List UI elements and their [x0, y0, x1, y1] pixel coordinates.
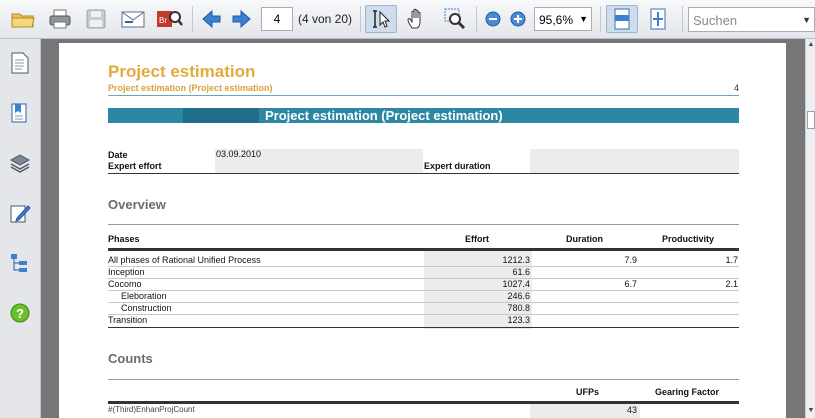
fit-page-icon[interactable] — [643, 5, 673, 33]
header-effort: Effort — [465, 234, 489, 244]
vertical-scrollbar[interactable]: ▲ ▼ — [805, 39, 815, 418]
phase-name: Inception — [108, 267, 145, 277]
svg-text:Br: Br — [159, 16, 167, 25]
header-rule — [108, 95, 739, 96]
document-page: Project estimation Project estimation (P… — [59, 43, 786, 418]
signatures-icon[interactable] — [8, 201, 32, 225]
next-page-icon[interactable] — [229, 5, 255, 33]
email-icon[interactable] — [118, 5, 148, 33]
svg-text:?: ? — [16, 306, 24, 321]
header-ufps: UFPs — [575, 387, 599, 397]
chevron-down-icon: ▼ — [579, 14, 588, 24]
effort-value: 780.8 — [507, 303, 530, 313]
counts-heading: Counts — [108, 351, 153, 366]
layers-icon[interactable] — [8, 151, 32, 175]
effort-value: 123.3 — [507, 315, 530, 325]
phase-name: Cocomo — [108, 279, 142, 289]
phase-name: Eleboration — [121, 291, 167, 301]
zoom-value: 95,6% — [539, 13, 574, 27]
bookmarks-icon[interactable] — [8, 101, 32, 125]
scroll-up-icon[interactable]: ▲ — [806, 41, 815, 48]
page-subtitle: Project estimation (Project estimation) — [108, 83, 273, 93]
header-phases: Phases — [108, 234, 140, 244]
navigation-panel: ? — [0, 39, 41, 418]
print-icon[interactable] — [45, 5, 75, 33]
help-icon[interactable]: ? — [8, 301, 32, 325]
phase-name: Construction — [121, 303, 172, 313]
banner-title: Project estimation (Project estimation) — [265, 108, 503, 123]
date-label: Date — [108, 150, 128, 160]
header-gearing-factor: Gearing Factor — [654, 387, 719, 397]
pages-icon[interactable] — [8, 51, 32, 75]
zoom-in-icon[interactable] — [507, 5, 529, 33]
expert-effort-label: Expert effort — [108, 161, 162, 171]
effort-value: 61.6 — [512, 267, 530, 277]
effort-value: 246.6 — [507, 291, 530, 301]
overview-heading: Overview — [108, 197, 166, 212]
header-duration: Duration — [566, 234, 603, 244]
chevron-down-icon[interactable]: ▼ — [802, 15, 811, 25]
toolbar: Br (4 von 20) 95,6% ▼ Suchen ▼ — [0, 0, 815, 39]
header-productivity: Productivity — [661, 234, 714, 244]
document-view[interactable]: Project estimation Project estimation (P… — [41, 39, 806, 418]
zoom-tool-icon[interactable] — [440, 5, 470, 33]
page-title: Project estimation — [108, 62, 256, 81]
open-folder-icon[interactable] — [8, 5, 38, 33]
hand-tool-icon[interactable] — [402, 5, 432, 33]
structure-icon[interactable] — [8, 251, 32, 275]
search-input[interactable]: Suchen ▼ — [688, 7, 815, 32]
page-count-label: (4 von 20) — [298, 12, 353, 26]
scroll-down-icon[interactable]: ▼ — [806, 407, 815, 414]
select-text-icon[interactable] — [365, 5, 397, 33]
productivity-value: 2.1 — [725, 279, 738, 289]
ufps-value: 43 — [626, 405, 637, 415]
fit-width-icon[interactable] — [606, 5, 638, 33]
save-icon[interactable] — [82, 5, 110, 33]
section-banner: Project estimation (Project estimation) — [108, 108, 739, 123]
effort-value: 1027.4 — [502, 279, 530, 289]
duration-value: 7.9 — [624, 255, 637, 265]
effort-value: 1212.3 — [502, 255, 530, 265]
zoom-select[interactable]: 95,6% ▼ — [534, 7, 592, 31]
zoom-out-icon[interactable] — [482, 5, 504, 33]
expert-duration-label: Expert duration — [424, 161, 491, 171]
page-number-input[interactable] — [261, 7, 293, 31]
previous-page-icon[interactable] — [198, 5, 224, 33]
phase-name: Transition — [108, 315, 148, 325]
find-icon[interactable]: Br — [154, 5, 184, 33]
page-number: 4 — [733, 83, 739, 93]
date-value: 03.09.2010 — [216, 149, 262, 159]
phase-name: All phases of Rational Unified Process — [108, 255, 261, 265]
search-placeholder: Suchen — [693, 13, 738, 28]
scrollbar-thumb[interactable] — [807, 111, 815, 129]
duration-value: 6.7 — [624, 279, 637, 289]
count-name: #(Third)EnhanProjCount — [108, 405, 195, 414]
productivity-value: 1.7 — [725, 255, 738, 265]
